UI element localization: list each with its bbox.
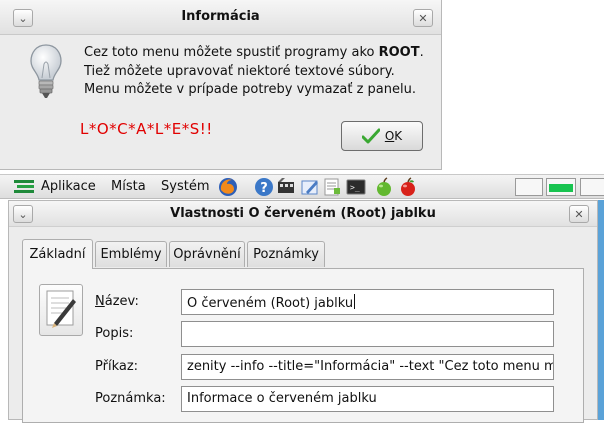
tab-basic[interactable]: Základní [22, 239, 93, 269]
top-panel: Aplikace Místa Systém ? >_ [0, 174, 604, 199]
tab-notes[interactable]: Poznámky [247, 241, 325, 267]
description-label: Popis: [95, 326, 134, 341]
name-label: Název: [95, 294, 139, 309]
properties-dialog-title: Vlastnosti O červeném (Root) jablku [170, 206, 436, 221]
workspace-1[interactable] [515, 178, 543, 196]
tab-emblems[interactable]: Emblémy [95, 241, 167, 267]
command-input[interactable]: zenity --info --title="Informácia" --tex… [181, 354, 554, 380]
launcher-icon-button[interactable] [39, 284, 83, 336]
locales-highlight-text: L*O*C*A*L*E*S!! [80, 120, 213, 138]
checkmark-icon [361, 128, 380, 144]
ok-button[interactable]: OK [341, 121, 423, 151]
close-icon: ✕ [418, 11, 428, 25]
info-message-line: Tiež môžete upravovať niektoré textové s… [84, 64, 395, 79]
help-icon[interactable]: ? [254, 177, 274, 197]
name-input[interactable]: O červeném (Root) jablku [181, 289, 554, 315]
terminal-icon[interactable]: >_ [346, 177, 366, 197]
command-label: Příkaz: [95, 359, 139, 374]
desktop-background-strip [598, 200, 604, 420]
properties-dialog-titlebar[interactable]: ⌄ Vlastnosti O červeném (Root) jablku ✕ [9, 201, 597, 227]
info-dialog-titlebar[interactable]: ⌄ Informácia ✕ [0, 0, 441, 35]
workspace-2[interactable] [546, 178, 576, 196]
applications-menu-icon[interactable] [14, 180, 34, 194]
menu-system[interactable]: Systém [161, 179, 209, 194]
edit-icon[interactable] [300, 177, 320, 197]
firefox-icon[interactable] [218, 177, 238, 197]
video-icon[interactable] [276, 177, 296, 197]
red-apple-icon[interactable] [398, 177, 418, 197]
note-input[interactable]: Informace o červeném jablku [181, 386, 554, 412]
menu-applications[interactable]: Aplikace [41, 179, 96, 194]
lightbulb-icon [30, 44, 62, 98]
menu-places[interactable]: Místa [111, 179, 146, 194]
info-dialog-title: Informácia [181, 9, 260, 24]
properties-dialog: ⌄ Vlastnosti O červeném (Root) jablku ✕ … [8, 200, 598, 423]
text-editor-icon[interactable] [322, 177, 342, 197]
workspace-window-thumbnail [549, 184, 573, 192]
close-icon: ✕ [574, 207, 584, 221]
note-label: Poznámka: [95, 391, 166, 406]
workspace-3[interactable] [580, 178, 604, 196]
info-dialog: ⌄ Informácia ✕ Cez toto menu môžete spus… [0, 0, 442, 170]
ok-button-label: OK [384, 129, 403, 143]
svg-text:>_: >_ [350, 183, 360, 192]
info-message-line: Menu môžete v prípade potreby vymazať z … [84, 82, 416, 97]
basic-tab-page: Název: O červeném (Root) jablku Popis: P… [22, 268, 584, 423]
green-apple-icon[interactable] [374, 177, 394, 197]
svg-text:?: ? [260, 181, 268, 196]
tab-permissions[interactable]: Oprávnění [169, 241, 245, 267]
close-button[interactable]: ✕ [569, 205, 589, 223]
text-document-edit-icon [46, 290, 76, 328]
info-message-line: Cez toto menu môžete spustiť programy ak… [84, 45, 424, 60]
close-button[interactable]: ✕ [413, 9, 433, 27]
text-caret [354, 294, 356, 309]
description-input[interactable] [181, 321, 554, 347]
